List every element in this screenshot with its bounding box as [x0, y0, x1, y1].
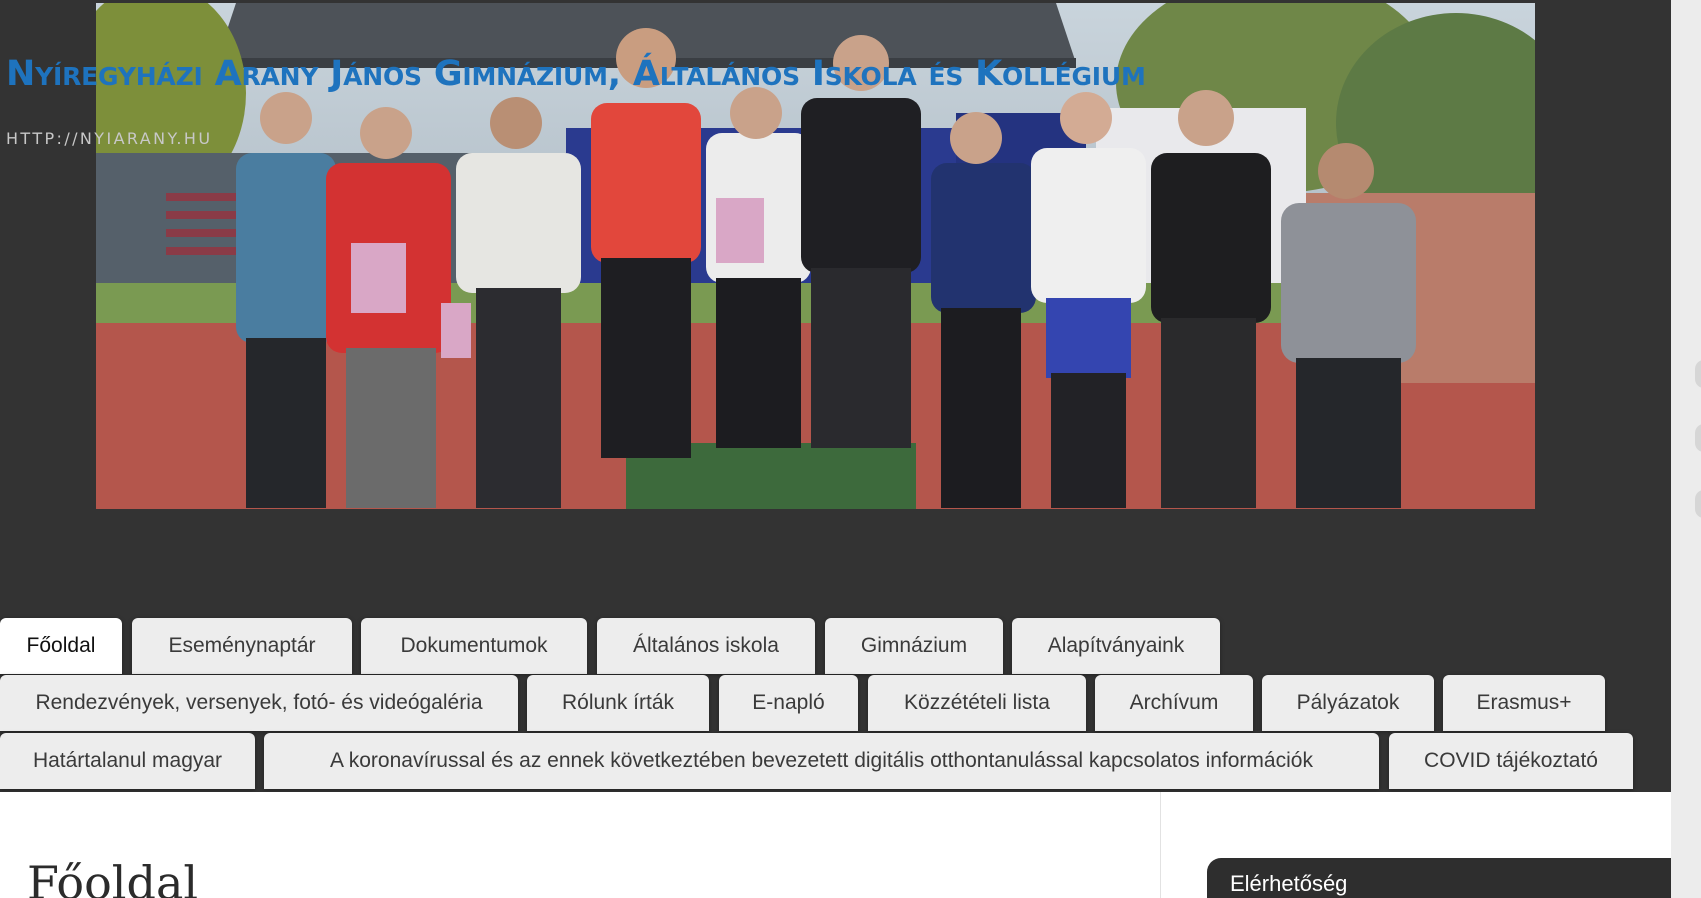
tab-hatartalanul-magyar[interactable]: Határtalanul magyar	[0, 733, 255, 789]
content-area: Főoldal Elérhetőség	[0, 792, 1671, 898]
tab-covid-tajekoztato[interactable]: COVID tájékoztató	[1389, 733, 1633, 789]
tab-fooldal[interactable]: Főoldal	[0, 618, 122, 674]
sidebar-divider	[1160, 792, 1161, 898]
widget-title: Elérhetőség	[1230, 871, 1348, 896]
tab-rolunk-irtak[interactable]: Rólunk írták	[527, 675, 709, 731]
tab-koronavirus-informaciok[interactable]: A koronavírussal és az ennek következtéb…	[264, 733, 1379, 789]
main-navigation: Főoldal Eseménynaptár Dokumentumok Által…	[0, 618, 1671, 792]
tab-altalanos-iskola[interactable]: Általános iskola	[597, 618, 815, 674]
scroll-gutter	[1671, 0, 1701, 898]
tab-kozzeteteli-lista[interactable]: Közzétételi lista	[868, 675, 1086, 731]
tab-archivum[interactable]: Archívum	[1095, 675, 1253, 731]
sidebar-widget-contact: Elérhetőség	[1207, 858, 1671, 898]
social-icon[interactable]	[1695, 490, 1701, 518]
social-icon[interactable]	[1695, 424, 1701, 452]
tab-erasmus[interactable]: Erasmus+	[1443, 675, 1605, 731]
tab-esemenynaptar[interactable]: Eseménynaptár	[132, 618, 352, 674]
page-heading: Főoldal	[27, 856, 199, 898]
tab-alapitvanyaink[interactable]: Alapítványaink	[1012, 618, 1220, 674]
tab-rendezvenyek[interactable]: Rendezvények, versenyek, fotó- és videóg…	[0, 675, 518, 731]
page: Nyíregyházi Arany János Gimnázium, Által…	[0, 0, 1671, 898]
tab-palyazatok[interactable]: Pályázatok	[1262, 675, 1434, 731]
social-icon[interactable]	[1695, 360, 1701, 388]
tab-gimnazium[interactable]: Gimnázium	[825, 618, 1003, 674]
tab-dokumentumok[interactable]: Dokumentumok	[361, 618, 587, 674]
site-title[interactable]: Nyíregyházi Arany János Gimnázium, Által…	[6, 54, 1146, 94]
site-tagline[interactable]: HTTP://NYIARANY.HU	[6, 129, 212, 148]
tab-e-naplo[interactable]: E-napló	[719, 675, 858, 731]
